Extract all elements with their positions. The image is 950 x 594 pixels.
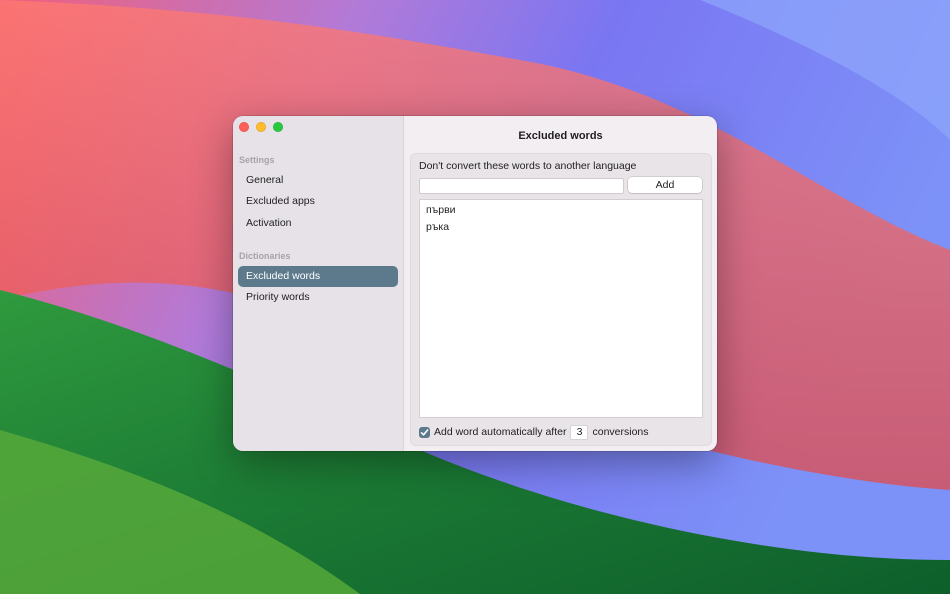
sidebar-item-excluded-words[interactable]: Excluded words: [238, 266, 398, 287]
checkmark-icon: [420, 428, 429, 436]
conversion-count-field[interactable]: 3: [570, 424, 589, 440]
sidebar-section-settings: Settings: [239, 155, 275, 165]
word-list[interactable]: първи ръка: [419, 199, 703, 418]
panel-description: Don't convert these words to another lan…: [419, 160, 637, 172]
add-button[interactable]: Add: [628, 177, 702, 193]
window-controls: [239, 122, 283, 132]
page-title: Excluded words: [518, 130, 603, 142]
excluded-words-panel: Don't convert these words to another lan…: [410, 153, 712, 446]
sidebar: Settings General Excluded apps Activatio…: [233, 116, 404, 451]
auto-add-label-prefix: Add word automatically after: [434, 426, 567, 438]
list-item[interactable]: ръка: [426, 221, 449, 233]
sidebar-section-dictionaries: Dictionaries: [239, 251, 291, 261]
settings-window: Settings General Excluded apps Activatio…: [233, 116, 717, 451]
sidebar-item-general[interactable]: General: [238, 170, 398, 191]
word-input[interactable]: [419, 178, 624, 194]
auto-add-label-suffix: conversions: [592, 426, 649, 438]
close-button[interactable]: [239, 122, 249, 132]
sidebar-item-activation[interactable]: Activation: [238, 213, 398, 234]
sidebar-item-excluded-apps[interactable]: Excluded apps: [238, 191, 398, 212]
list-item[interactable]: първи: [426, 204, 456, 216]
minimize-button[interactable]: [256, 122, 266, 132]
auto-add-checkbox[interactable]: [419, 426, 430, 438]
auto-add-row: Add word automatically after 3 conversio…: [419, 424, 649, 440]
sidebar-item-priority-words[interactable]: Priority words: [238, 287, 398, 308]
zoom-button[interactable]: [273, 122, 283, 132]
main-content: Excluded words Don't convert these words…: [404, 116, 717, 451]
